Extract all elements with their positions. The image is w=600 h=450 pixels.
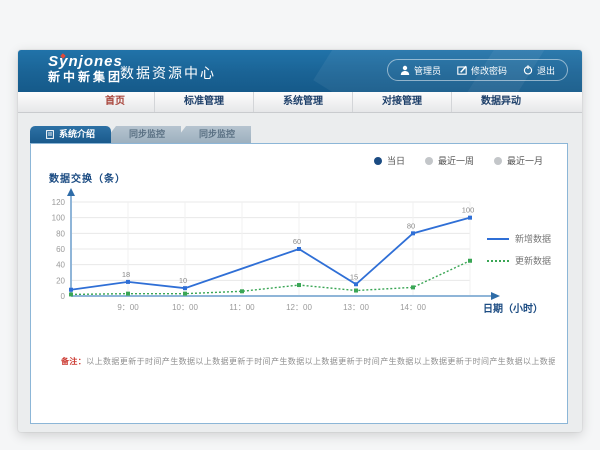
x-tick-label: 12：00 <box>286 303 312 312</box>
tab-system-intro[interactable]: 系统介绍 <box>30 126 111 143</box>
user-icon <box>400 65 410 75</box>
data-point <box>126 280 130 284</box>
x-axis-title: 日期（小时） <box>483 302 543 315</box>
data-point <box>297 247 301 251</box>
y-tick-label: 100 <box>52 214 66 223</box>
logout-icon <box>523 65 533 75</box>
data-point <box>126 292 130 296</box>
data-point <box>411 285 415 289</box>
chart-legend: 新增数据 更新数据 <box>487 232 551 267</box>
legend-item-new-data: 新增数据 <box>487 232 551 245</box>
legend-item-updated-data: 更新数据 <box>487 254 551 267</box>
data-point <box>297 283 301 287</box>
solid-line-swatch-icon <box>487 238 509 240</box>
tab-sync-monitor-2[interactable]: 同步监控 <box>173 126 251 143</box>
data-point <box>69 288 73 292</box>
x-tick-label: 10：00 <box>172 303 198 312</box>
range-option-last-month[interactable]: 最近一月 <box>494 154 543 167</box>
tab-sync-monitor-1[interactable]: 同步监控 <box>103 126 181 143</box>
y-tick-label: 20 <box>56 276 65 285</box>
x-axis-arrow-icon <box>491 292 500 300</box>
nav-item-integration-mgmt[interactable]: 对接管理 <box>352 92 451 112</box>
data-point <box>183 286 187 290</box>
time-range-options: 当日 最近一周 最近一月 <box>374 154 543 167</box>
data-point <box>183 292 187 296</box>
data-point <box>468 216 472 220</box>
y-tick-label: 120 <box>52 198 66 207</box>
point-label: 100 <box>462 206 475 215</box>
company-logo: Synjones 新中新集团 <box>48 54 123 84</box>
y-axis-arrow-icon <box>67 188 75 196</box>
edit-icon <box>457 65 467 75</box>
change-password-button[interactable]: 修改密码 <box>457 64 507 77</box>
app-window: Synjones 新中新集团 数据资源中心 管理员 修改密码 退出 首页 标准管… <box>18 50 582 432</box>
x-tick-label: 11：00 <box>229 303 255 312</box>
user-toolbar: 管理员 修改密码 退出 <box>387 59 568 81</box>
nav-item-standard-mgmt[interactable]: 标准管理 <box>154 92 253 112</box>
tab-strip: 系统介绍 同步监控 同步监控 <box>30 126 251 143</box>
point-label: 15 <box>350 272 358 281</box>
series-line <box>71 261 470 295</box>
data-point <box>468 259 472 263</box>
radio-dot-icon <box>425 157 433 165</box>
x-tick-label: 9：00 <box>117 303 139 312</box>
page-title: 数据资源中心 <box>120 63 216 83</box>
x-tick-label: 14：00 <box>400 303 426 312</box>
chart-panel: 当日 最近一周 最近一月 数据交换（条） 0 20 40 60 80 100 120 9：00… <box>30 143 568 424</box>
data-point <box>69 292 73 296</box>
point-label: 10 <box>179 276 187 285</box>
y-tick-label: 60 <box>56 245 65 254</box>
footnote-prefix: 备注： <box>61 357 86 366</box>
point-label: 18 <box>122 270 130 279</box>
y-axis-title: 数据交换（条） <box>49 170 126 185</box>
point-label: 80 <box>407 221 415 230</box>
dotted-line-swatch-icon <box>487 260 509 262</box>
footnote-text: 以上数据更新于时间产生数据以上数据更新于时间产生数据以上数据更新于时间产生数据以… <box>86 357 555 366</box>
nav-item-system-mgmt[interactable]: 系统管理 <box>253 92 352 112</box>
line-chart: 0 20 40 60 80 100 120 9：00 10：00 11：00 12：00 13：00 1… <box>41 188 561 338</box>
x-tick-label: 13：00 <box>343 303 369 312</box>
nav-item-data-changes[interactable]: 数据异动 <box>451 92 550 112</box>
logout-button[interactable]: 退出 <box>523 64 555 77</box>
y-tick-label: 40 <box>56 261 65 270</box>
radio-dot-icon <box>374 157 382 165</box>
main-nav: 首页 标准管理 系统管理 对接管理 数据异动 <box>18 92 582 113</box>
data-point <box>354 282 358 286</box>
app-header: Synjones 新中新集团 数据资源中心 管理员 修改密码 退出 <box>18 50 582 92</box>
data-point <box>411 231 415 235</box>
y-tick-label: 0 <box>61 292 66 301</box>
y-tick-label: 80 <box>56 229 65 238</box>
data-point <box>240 289 244 293</box>
document-icon <box>46 130 54 139</box>
data-point <box>354 289 358 293</box>
range-option-last-week[interactable]: 最近一周 <box>425 154 474 167</box>
radio-dot-icon <box>494 157 502 165</box>
logo-company-name: 新中新集团 <box>48 71 123 84</box>
footnote: 备注：以上数据更新于时间产生数据以上数据更新于时间产生数据以上数据更新于时间产生… <box>61 356 555 367</box>
range-option-today[interactable]: 当日 <box>374 154 405 167</box>
logo-wordmark: Synjones <box>48 54 123 71</box>
nav-item-home[interactable]: 首页 <box>76 92 154 112</box>
point-label: 60 <box>293 237 301 246</box>
current-user-button[interactable]: 管理员 <box>400 64 441 77</box>
